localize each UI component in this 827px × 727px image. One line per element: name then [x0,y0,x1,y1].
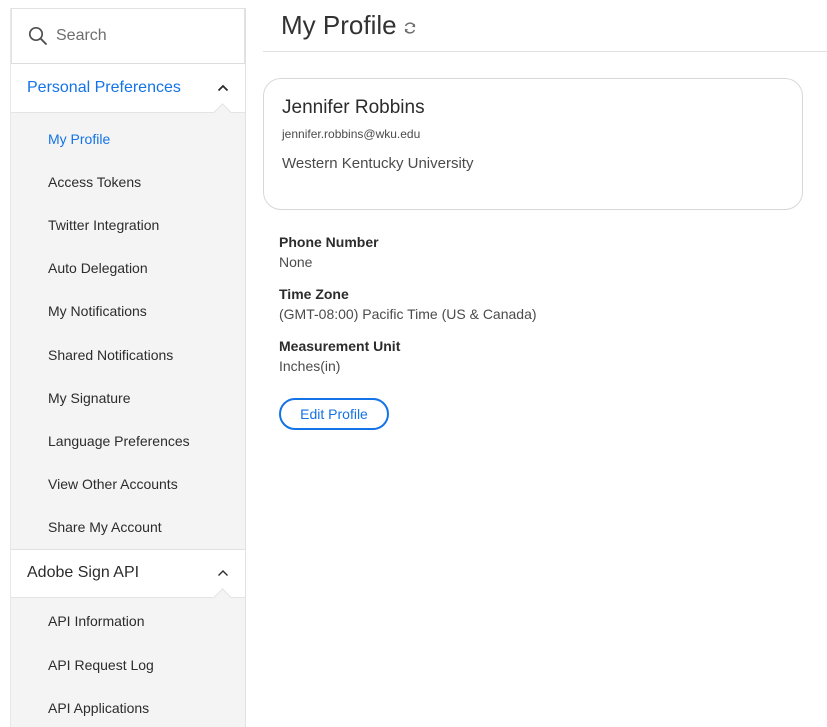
sidebar-item-my-profile[interactable]: My Profile [11,117,245,160]
sidebar-item-my-signature[interactable]: My Signature [11,376,245,419]
field-label: Measurement Unit [279,338,401,354]
chevron-up-icon[interactable] [217,84,229,92]
field-value: Inches(in) [279,358,341,374]
field-value: None [279,254,313,270]
section-title: Adobe Sign API [27,564,140,582]
chevron-up-icon[interactable] [217,569,229,577]
section-title: Personal Preferences [27,79,181,96]
profile-organization: Western Kentucky University [282,155,474,172]
page-header: My Profile [263,0,827,52]
app-root: Search Personal Preferences My Profile A… [0,0,827,727]
section-adobe-sign-api[interactable]: Adobe Sign API [11,548,245,598]
field-value: (GMT-08:00) Pacific Time (US & Canada) [279,306,537,322]
profile-details: Phone Number None Time Zone (GMT-08:00) … [263,234,827,430]
sidebar-item-api-request-log[interactable]: API Request Log [11,643,245,686]
field-label: Phone Number [279,234,379,250]
phone-number-field: Phone Number None [279,234,827,270]
edit-profile-button[interactable]: Edit Profile [279,398,389,430]
sidebar-item-shared-notifications[interactable]: Shared Notifications [11,333,245,376]
sidebar-item-my-notifications[interactable]: My Notifications [11,290,245,333]
sidebar-item-twitter-integration[interactable]: Twitter Integration [11,203,245,246]
sidebar-item-access-tokens[interactable]: Access Tokens [11,160,245,203]
sidebar-item-language-preferences[interactable]: Language Preferences [11,419,245,462]
search-icon [28,26,47,45]
sidebar: Search Personal Preferences My Profile A… [10,8,246,727]
search-placeholder: Search [56,27,107,44]
profile-name: Jennifer Robbins [282,97,425,118]
refresh-icon[interactable] [403,21,417,35]
main-content: My Profile Jennifer Robbins jennifer.rob… [263,0,827,727]
sidebar-item-share-my-account[interactable]: Share My Account [11,506,245,549]
measurement-unit-field: Measurement Unit Inches(in) [279,338,827,374]
sidebar-item-api-information[interactable]: API Information [11,600,245,643]
sidebar-item-auto-delegation[interactable]: Auto Delegation [11,247,245,290]
sidebar-item-view-other-accounts[interactable]: View Other Accounts [11,463,245,506]
personal-preferences-nav: My Profile Access Tokens Twitter Integra… [11,113,245,549]
adobe-sign-api-nav: API Information API Request Log API Appl… [11,598,245,727]
section-personal-preferences[interactable]: Personal Preferences [11,64,245,113]
profile-email: jennifer.robbins@wku.edu [282,127,421,141]
field-label: Time Zone [279,286,349,302]
search-box[interactable]: Search [11,8,245,64]
profile-card: Jennifer Robbins jennifer.robbins@wku.ed… [263,78,803,210]
page-title: My Profile [281,10,397,40]
sidebar-item-api-applications[interactable]: API Applications [11,686,245,727]
time-zone-field: Time Zone (GMT-08:00) Pacific Time (US &… [279,286,827,322]
